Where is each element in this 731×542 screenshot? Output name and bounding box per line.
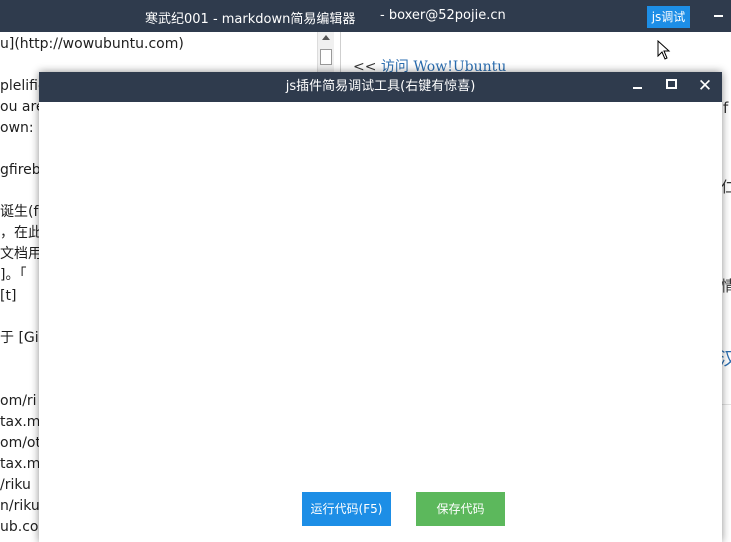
author-email: - boxer@52pojie.cn bbox=[380, 8, 506, 23]
editor-line: ，在此 bbox=[0, 225, 42, 241]
scrollbar-thumb[interactable] bbox=[320, 49, 332, 65]
preview-text-fragment: 仁 bbox=[721, 178, 731, 196]
main-titlebar: 寒武纪001 - markdown简易编辑器 - boxer@52pojie.c… bbox=[0, 0, 731, 32]
editor-line: u](http://wowubuntu.com) bbox=[0, 36, 184, 52]
editor-line: ou are bbox=[0, 99, 45, 115]
scroll-up-arrow-icon[interactable] bbox=[322, 35, 330, 40]
dialog-title: js插件简易调试工具(右键有惊喜) bbox=[285, 79, 476, 94]
run-code-button[interactable]: 运行代码(F5) bbox=[302, 492, 391, 526]
preview-text-fragment: f bbox=[723, 99, 729, 117]
js-debug-dialog: js插件简易调试工具(右键有惊喜) ✕ 运行代码(F5) 保存代码 bbox=[39, 72, 722, 542]
save-code-button[interactable]: 保存代码 bbox=[416, 492, 505, 526]
window-title: 寒武纪001 - markdown简易编辑器 bbox=[145, 12, 356, 27]
editor-line: /riku bbox=[0, 477, 31, 493]
minimize-icon[interactable] bbox=[714, 15, 723, 17]
editor-line: [t] bbox=[0, 288, 17, 304]
js-debug-button[interactable]: js调试 bbox=[647, 6, 690, 28]
close-icon[interactable]: ✕ bbox=[697, 75, 713, 97]
editor-line: n/riku/ bbox=[0, 498, 45, 514]
editor-line: om/ot bbox=[0, 435, 41, 451]
editor-line: om/ri bbox=[0, 393, 37, 409]
dialog-titlebar[interactable]: js插件简易调试工具(右键有惊喜) ✕ bbox=[39, 72, 722, 102]
editor-line: 文档用 bbox=[0, 246, 42, 262]
preview-text-fragment: 情 bbox=[721, 277, 731, 295]
minimize-icon[interactable] bbox=[633, 87, 642, 89]
editor-line: ]。「 bbox=[0, 267, 27, 283]
code-editor-area[interactable] bbox=[39, 102, 722, 542]
mouse-cursor-icon bbox=[657, 40, 671, 60]
editor-line: tax.m bbox=[0, 456, 41, 472]
maximize-icon[interactable] bbox=[666, 79, 677, 89]
